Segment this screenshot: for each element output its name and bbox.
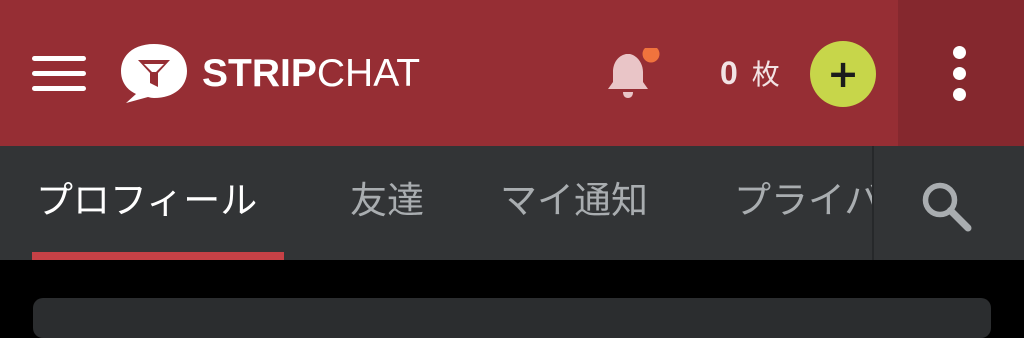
brand-name: STRIPCHAT [202, 54, 420, 93]
search-icon [922, 182, 972, 232]
dot-icon [953, 46, 966, 59]
hamburger-menu-button[interactable] [30, 52, 88, 96]
bell-icon [608, 45, 660, 98]
profile-tab-bar: プロフィール 友達 マイ通知 プライバシー [0, 146, 1024, 260]
content-card [33, 298, 991, 338]
buy-tokens-button[interactable]: + [810, 41, 876, 107]
active-tab-indicator [32, 252, 284, 260]
tab-my-notifications[interactable]: マイ通知 [500, 178, 648, 224]
top-header: STRIPCHAT 0 枚 + [0, 0, 1024, 146]
tab-privacy[interactable]: プライバシー [734, 178, 872, 224]
brand-name-regular: CHAT [316, 51, 421, 95]
token-unit: 枚 [751, 58, 780, 91]
dot-icon [953, 88, 966, 101]
token-count: 0 [720, 54, 738, 91]
notifications-button[interactable] [604, 45, 664, 100]
menu-line-icon [32, 71, 86, 76]
tab-list: プロフィール 友達 マイ通知 プライバシー [0, 146, 872, 260]
stripchat-logo[interactable]: STRIPCHAT [118, 40, 420, 106]
menu-line-icon [32, 86, 86, 91]
tab-friends[interactable]: 友達 [350, 178, 424, 224]
notification-dot [642, 45, 660, 63]
brand-name-bold: STRIP [202, 51, 317, 95]
tab-profile[interactable]: プロフィール [36, 178, 257, 224]
token-balance[interactable]: 0 枚 [720, 50, 780, 96]
more-options-button[interactable] [898, 0, 1024, 146]
plus-icon: + [827, 52, 859, 96]
menu-line-icon [32, 56, 86, 61]
dot-icon [953, 67, 966, 80]
speech-bubble-logo-icon [121, 44, 187, 103]
tab-divider [872, 146, 874, 260]
search-button[interactable] [918, 178, 974, 234]
